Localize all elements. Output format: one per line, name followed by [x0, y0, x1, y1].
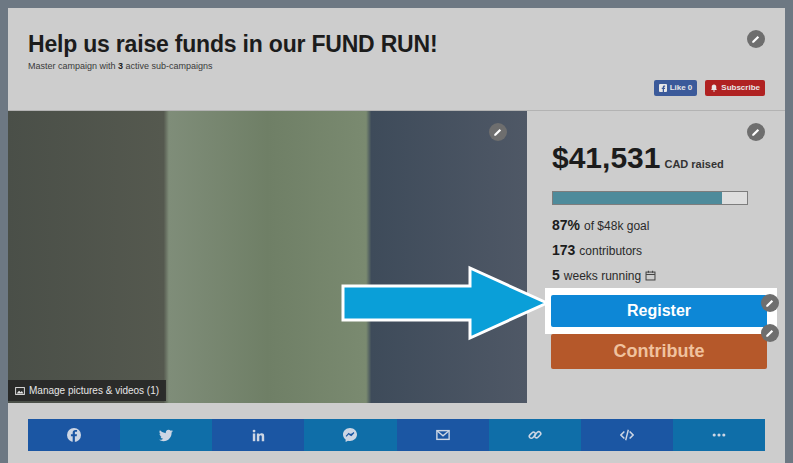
- embed-icon: [620, 428, 634, 442]
- stat-line: 87%of $48k goal: [552, 213, 769, 238]
- campaign-header: Help us raise funds in our FUND RUN! Mas…: [8, 8, 785, 111]
- register-button-area: Register: [545, 288, 777, 334]
- subscribe-label: Subscribe: [721, 82, 760, 94]
- facebook-icon: [67, 428, 81, 442]
- social-buttons: Like 0 Subscribe: [28, 80, 765, 96]
- facebook-icon: [659, 84, 667, 92]
- stat-label: weeks running: [564, 267, 641, 285]
- like-button[interactable]: Like 0: [654, 80, 698, 96]
- share-linkedin-button[interactable]: [212, 419, 304, 451]
- share-more-button[interactable]: [673, 419, 765, 451]
- calendar-icon: [645, 270, 656, 281]
- share-embed-button[interactable]: [581, 419, 673, 451]
- stat-value: 87%: [552, 215, 580, 236]
- campaign-card: Help us raise funds in our FUND RUN! Mas…: [8, 8, 785, 463]
- campaign-subtitle: Master campaign with 3 active sub-campai…: [28, 60, 765, 72]
- linkedin-icon: [252, 429, 265, 442]
- image-icon: [15, 383, 25, 398]
- stat-line: 173contributors: [552, 238, 769, 263]
- stat-value: 5: [552, 265, 560, 286]
- twitter-icon: [159, 428, 173, 442]
- more-icon: [712, 428, 726, 442]
- link-icon: [528, 428, 542, 442]
- goal-progress-fill: [553, 192, 722, 204]
- campaign-title: Help us raise funds in our FUND RUN!: [28, 30, 765, 58]
- stat-line: 5weeks running: [552, 263, 769, 288]
- mail-icon: [436, 428, 450, 442]
- share-messenger-button[interactable]: [304, 419, 396, 451]
- manage-media-label: Manage pictures & videos (1): [29, 383, 159, 398]
- amount-raised: $41,531 CAD raised: [552, 141, 769, 181]
- subtitle-prefix: Master campaign with: [28, 61, 118, 71]
- like-label: Like 0: [670, 82, 693, 94]
- currency-label: CAD raised: [664, 158, 723, 170]
- subscribe-button[interactable]: Subscribe: [705, 80, 765, 96]
- stats-panel: $41,531CAD raised 87%of $48k goal173cont…: [527, 111, 785, 403]
- bell-icon: [710, 84, 718, 92]
- share-link-button[interactable]: [489, 419, 581, 451]
- stat-label: contributors: [579, 242, 642, 260]
- amount-value: $41,531: [552, 141, 660, 174]
- share-twitter-button[interactable]: [120, 419, 212, 451]
- share-bar: [28, 419, 765, 451]
- share-facebook-button[interactable]: [28, 419, 120, 451]
- messenger-icon: [343, 428, 357, 442]
- stat-value: 173: [552, 240, 575, 261]
- share-mail-button[interactable]: [397, 419, 489, 451]
- manage-media-button[interactable]: Manage pictures & videos (1): [8, 380, 166, 401]
- edit-pencil-icon[interactable]: [761, 324, 779, 342]
- register-button[interactable]: Register: [551, 295, 767, 327]
- pointer-arrow-icon: [340, 265, 550, 341]
- edit-pencil-icon[interactable]: [489, 123, 507, 141]
- action-buttons: Register Contribute: [552, 288, 769, 376]
- campaign-photo: Manage pictures & videos (1): [8, 111, 527, 403]
- stat-label: of $48k goal: [584, 217, 649, 235]
- edit-pencil-icon[interactable]: [747, 30, 765, 48]
- goal-progress-track: [552, 191, 748, 205]
- subtitle-suffix: active sub-campaigns: [123, 61, 213, 71]
- campaign-main: Manage pictures & videos (1) $41,531 CAD …: [8, 111, 785, 403]
- contribute-button-area: Contribute: [545, 334, 777, 376]
- contribute-button[interactable]: Contribute: [551, 334, 767, 369]
- edit-pencil-icon[interactable]: [747, 123, 765, 141]
- stats-facts: 87%of $48k goal173contributors5weeks run…: [552, 213, 769, 288]
- subcampaign-count[interactable]: 3: [118, 61, 123, 71]
- edit-pencil-icon[interactable]: [761, 294, 779, 312]
